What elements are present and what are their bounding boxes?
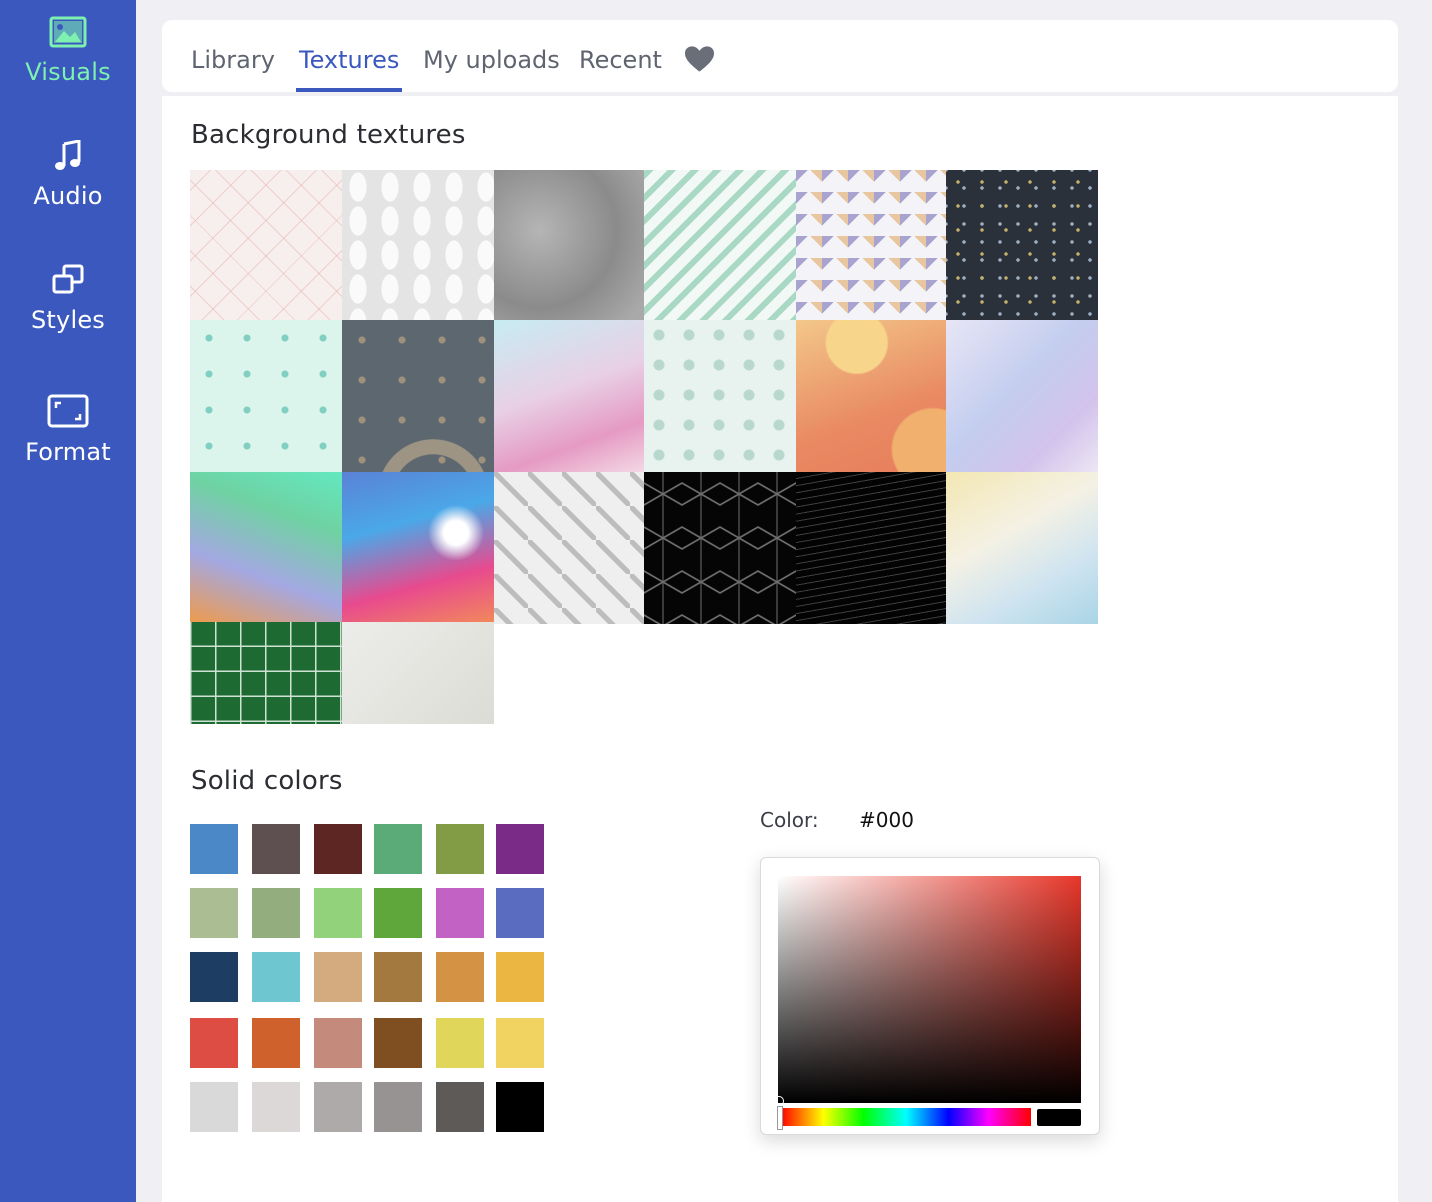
sidebar: Visuals Audio Styles Format [0, 0, 136, 1202]
tab-my-uploads[interactable]: My uploads [423, 40, 560, 92]
color-value[interactable]: #000 [859, 808, 914, 832]
color-swatch[interactable] [314, 1082, 362, 1132]
color-swatch[interactable] [374, 1018, 422, 1068]
texture-tile[interactable] [342, 472, 494, 624]
color-label: Color: [760, 808, 819, 832]
texture-tile[interactable] [190, 472, 342, 624]
color-swatch[interactable] [496, 1082, 544, 1132]
color-swatch[interactable] [436, 1082, 484, 1132]
color-swatch[interactable] [436, 888, 484, 938]
music-note-icon [55, 140, 81, 170]
layers-icon [52, 264, 84, 294]
sidebar-item-label: Visuals [25, 58, 111, 86]
sidebar-item-label: Format [25, 438, 111, 466]
texture-tile[interactable] [644, 472, 796, 624]
sidebar-item-label: Styles [31, 306, 105, 334]
sidebar-item-visuals[interactable]: Visuals [0, 16, 136, 86]
color-swatch[interactable] [374, 824, 422, 874]
texture-tile[interactable] [342, 170, 494, 322]
tab-textures[interactable]: Textures [295, 40, 403, 92]
color-swatch[interactable] [252, 952, 300, 1002]
color-swatch[interactable] [190, 952, 238, 1002]
color-swatch[interactable] [314, 824, 362, 874]
color-swatch[interactable] [190, 888, 238, 938]
color-swatch[interactable] [252, 1082, 300, 1132]
texture-tile[interactable] [342, 320, 494, 472]
color-swatch[interactable] [190, 1082, 238, 1132]
texture-tile[interactable] [946, 170, 1098, 322]
color-swatch[interactable] [190, 824, 238, 874]
sidebar-item-format[interactable]: Format [0, 394, 136, 466]
texture-tile[interactable] [494, 170, 646, 322]
texture-tile[interactable] [494, 320, 646, 472]
sidebar-item-styles[interactable]: Styles [0, 264, 136, 334]
sidebar-item-label: Audio [33, 182, 103, 210]
color-swatch[interactable] [314, 888, 362, 938]
color-swatch[interactable] [436, 1018, 484, 1068]
texture-tile[interactable] [342, 622, 494, 724]
color-swatch[interactable] [374, 952, 422, 1002]
saturation-area[interactable] [778, 876, 1081, 1103]
aspect-ratio-icon [47, 394, 89, 428]
texture-tile[interactable] [190, 320, 342, 472]
color-swatch[interactable] [496, 888, 544, 938]
color-swatch[interactable] [436, 952, 484, 1002]
color-swatch[interactable] [496, 824, 544, 874]
color-swatch[interactable] [374, 1082, 422, 1132]
texture-tile[interactable] [796, 170, 948, 322]
tab-recent[interactable]: Recent [579, 40, 662, 92]
color-swatch[interactable] [190, 1018, 238, 1068]
texture-tile[interactable] [494, 472, 646, 624]
hue-handle[interactable] [777, 1106, 783, 1130]
color-swatch[interactable] [496, 1018, 544, 1068]
color-swatch[interactable] [436, 824, 484, 874]
texture-tile[interactable] [946, 472, 1098, 624]
texture-tile[interactable] [190, 622, 342, 724]
heart-icon[interactable] [684, 45, 715, 73]
texture-tile[interactable] [796, 320, 948, 472]
hue-slider[interactable] [781, 1108, 1031, 1126]
textures-title: Background textures [191, 120, 466, 150]
texture-tile[interactable] [644, 320, 796, 472]
color-swatch[interactable] [252, 888, 300, 938]
texture-tile[interactable] [796, 472, 948, 624]
solid-colors-title: Solid colors [191, 766, 343, 796]
color-swatch[interactable] [314, 952, 362, 1002]
tab-library[interactable]: Library [191, 40, 275, 92]
color-swatch[interactable] [496, 952, 544, 1002]
color-swatch[interactable] [314, 1018, 362, 1068]
color-swatch[interactable] [252, 824, 300, 874]
image-icon [49, 16, 87, 48]
color-swatch[interactable] [374, 888, 422, 938]
color-picker [760, 857, 1100, 1135]
texture-tile[interactable] [946, 320, 1098, 472]
color-swatch[interactable] [252, 1018, 300, 1068]
saturation-handle[interactable] [774, 1096, 784, 1106]
texture-tile[interactable] [190, 170, 342, 322]
texture-tile[interactable] [644, 170, 796, 322]
color-preview [1037, 1109, 1081, 1126]
sidebar-item-audio[interactable]: Audio [0, 140, 136, 210]
